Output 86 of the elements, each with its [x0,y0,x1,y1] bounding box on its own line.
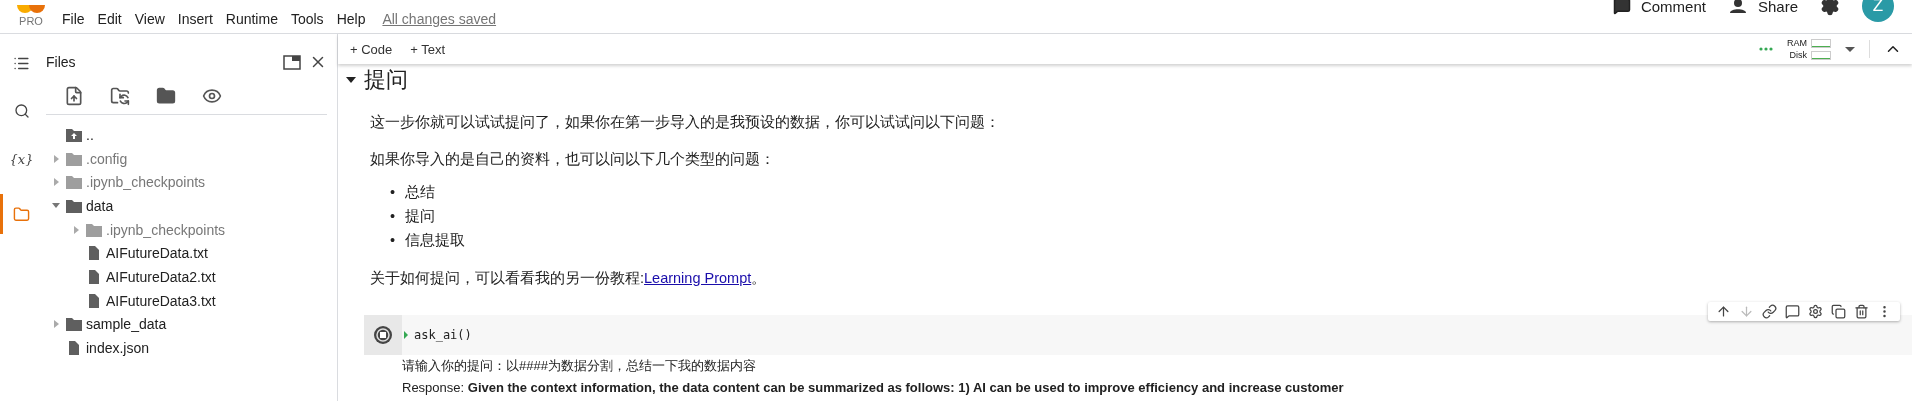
menu-item[interactable]: Tools [290,11,324,27]
menu-item[interactable]: View [134,11,165,27]
folder-icon [66,317,82,332]
menu-item[interactable]: File [62,11,85,27]
file-icon [86,269,102,284]
file-tree-item[interactable]: AIFutureData.txt [106,245,208,262]
file-icon [86,246,102,261]
resource-label: RAM [1787,38,1807,48]
settings-button[interactable] [1808,304,1823,319]
delete-icon [1854,304,1869,319]
window-icon[interactable] [283,54,301,70]
settings-icon [1808,304,1823,319]
up-icon [1716,304,1731,319]
comment-button[interactable]: Comment [1612,0,1706,15]
connected-icon [1759,47,1773,51]
save-status-link[interactable]: All changes saved [382,11,497,27]
output-text: Response: Given the context information, the data content can be summarized as follows: 1) AI can be used to improve efficiency and increase customer [401,379,1345,397]
paragraph: 这一步你就可以试试提问了，如果你在第一步导入的是我预设的数据，你可以试试问以下问题： [370,113,1001,132]
list-item: 总结 [405,183,436,202]
file-tree-item[interactable]: data [86,197,114,214]
variables-icon: {x} [9,151,34,167]
menu-item[interactable]: Insert [177,11,213,27]
refresh-button[interactable] [110,86,130,106]
person-icon [1727,0,1748,13]
section-caret-icon[interactable] [346,77,356,83]
file-tree-item[interactable]: .ipynb_checkpoints [86,174,206,191]
resource-label: Disk [1789,50,1807,60]
share-button[interactable]: Share [1727,0,1798,15]
folder-icon [86,222,102,237]
bullet-icon: • [390,204,396,228]
punctuation: 。 [751,270,767,286]
panel-title: Files [46,54,77,70]
code-text: ask_ai() [414,328,472,342]
comment-icon [1612,0,1631,15]
up-button[interactable] [1716,304,1731,319]
upload-button[interactable] [64,86,84,106]
list-item: 提问 [405,207,436,226]
link-icon [1762,304,1777,319]
code-cell[interactable]: ask_ai() [364,315,1912,355]
parent-folder-icon [66,127,82,142]
down-icon [1739,304,1754,319]
file-tree-item[interactable]: index.json [86,340,150,357]
dropdown-icon[interactable] [1845,46,1855,52]
file-tree-item[interactable]: .config [86,150,128,167]
search-icon [13,103,30,119]
menu-item[interactable]: Edit [97,11,122,27]
visibility-button[interactable] [202,86,222,106]
resource-meter [1811,38,1831,48]
section-heading: 提问 [364,66,408,94]
add-text-button[interactable]: + Text [408,41,448,57]
menu-item[interactable]: Runtime [225,11,278,27]
bullet-icon: • [390,180,396,204]
resource-meter [1811,50,1831,60]
run-button[interactable] [364,315,402,355]
menu-item[interactable]: Help [336,11,366,27]
folder-icon [66,151,82,166]
file-icon [86,293,102,308]
pro-label: PRO [19,15,43,27]
comment-button[interactable] [1785,304,1800,319]
folder-icon [66,198,82,213]
file-tree-item[interactable]: sample_data [86,316,167,333]
drive-button[interactable] [156,86,176,106]
comment-icon [1785,304,1800,319]
list-item: 信息提取 [405,231,466,250]
paragraph: 关于如何提问，可以看看我的另一份教程: [370,270,645,286]
stop-icon [373,325,393,345]
delete-button[interactable] [1854,304,1869,319]
link-button[interactable] [1762,304,1777,319]
mirror-button[interactable] [1831,304,1846,319]
tutorial-link[interactable]: Learning Prompt [644,270,752,286]
bullet-icon: • [390,228,396,252]
settings-icon[interactable] [1820,0,1840,16]
running-indicator-icon [404,331,408,339]
file-icon [66,341,82,356]
file-tree-item[interactable]: .ipynb_checkpoints [106,221,226,238]
file-tree-item[interactable]: .. [86,126,94,143]
sidebar-tab[interactable]: {x} [0,146,40,172]
file-tree-item[interactable]: AIFutureData3.txt [106,292,216,309]
output-text: 请输入你的提问：以####为数据分割，总结一下我的数据内容 [401,357,757,375]
collapse-caret-icon[interactable] [52,203,60,209]
folder-icon [66,175,82,190]
file-tree-item[interactable]: AIFutureData2.txt [106,268,216,285]
folder-icon [13,205,30,223]
mirror-icon [1831,304,1846,319]
paragraph: 如果你导入的是自己的资料，也可以问以下几个类型的问题： [370,150,776,169]
add-code-button[interactable]: + Code [348,41,395,57]
